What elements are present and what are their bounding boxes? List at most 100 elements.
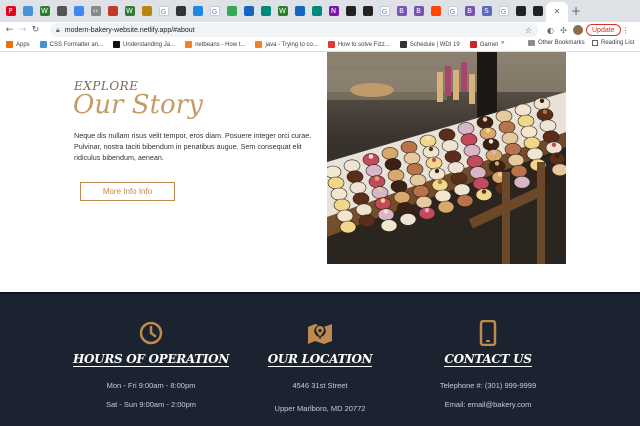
browser-tab[interactable]: G xyxy=(444,2,461,20)
browser-toolbar: ← → ↻ 🔒︎ modern-bakery-website.netlify.a… xyxy=(0,22,640,38)
browser-tab[interactable]: B xyxy=(393,2,410,20)
browser-tab[interactable] xyxy=(257,2,274,20)
browser-tab[interactable]: G xyxy=(206,2,223,20)
reddit-icon xyxy=(430,6,441,16)
browser-tab[interactable] xyxy=(342,2,359,20)
folder-icon xyxy=(73,6,84,16)
browser-tab[interactable] xyxy=(172,2,189,20)
w-icon: W xyxy=(124,6,135,16)
new-tab-button[interactable]: + xyxy=(568,2,584,20)
browser-tab[interactable] xyxy=(70,2,87,20)
bookmark-favicon-icon xyxy=(185,41,193,48)
footer: HOURS OF OPERATION Mon - Fri 9:00am - 8:… xyxy=(0,292,640,426)
active-browser-tab[interactable]: ✕ xyxy=(546,2,568,22)
image-icon xyxy=(294,6,305,16)
pastry-display-photo xyxy=(327,52,566,264)
map-pin-icon xyxy=(226,6,237,16)
phone-icon xyxy=(479,319,497,351)
browser-tab[interactable]: G xyxy=(495,2,512,20)
bookmark-label: Apps xyxy=(16,41,30,48)
s-icon: S xyxy=(481,6,492,16)
browser-tab[interactable]: G xyxy=(376,2,393,20)
page-content: EXPLORE Our Story Neque dis nullam risus… xyxy=(0,52,640,426)
bookmark-item[interactable]: Understanding Ja... xyxy=(113,41,175,48)
address-bar[interactable]: 🔒︎ modern-bakery-website.netlify.app/#ab… xyxy=(50,23,538,37)
more-info-button[interactable]: More Info Info xyxy=(80,182,175,201)
browser-tab[interactable] xyxy=(104,2,121,20)
bookmark-item[interactable]: java - Trying to co... xyxy=(255,41,318,48)
browser-tab[interactable] xyxy=(138,2,155,20)
browser-tab[interactable] xyxy=(427,2,444,20)
bookmark-star-icon[interactable]: ☆ xyxy=(525,26,532,35)
google-icon: G xyxy=(498,6,509,16)
moon-icon xyxy=(175,6,186,16)
chevron-double-icon: » xyxy=(501,40,505,46)
github-icon xyxy=(345,6,356,16)
browser-tab[interactable] xyxy=(291,2,308,20)
extension-icon[interactable]: ◐ xyxy=(544,26,557,35)
bookmark-item[interactable]: How to solve Fizz... xyxy=(327,41,390,48)
back-icon[interactable]: ← xyxy=(3,25,16,35)
reading-list[interactable]: Reading List xyxy=(592,40,634,46)
reload-icon[interactable]: ↻ xyxy=(29,25,42,35)
browser-tab[interactable] xyxy=(240,2,257,20)
pastry-photo-illustration xyxy=(327,52,566,264)
browser-tab[interactable] xyxy=(512,2,529,20)
clock-icon xyxy=(138,320,164,351)
browser-tab[interactable]: ‹› xyxy=(87,2,104,20)
our-story-section: EXPLORE Our Story Neque dis nullam risus… xyxy=(0,52,640,292)
contact-email[interactable]: Email: email@bakery.com xyxy=(388,400,588,409)
github-icon xyxy=(532,6,543,16)
browser-tab[interactable] xyxy=(223,2,240,20)
bookmark-favicon-icon xyxy=(469,41,477,48)
reading-list-label: Reading List xyxy=(601,40,635,46)
diamond-icon xyxy=(311,6,322,16)
other-bookmarks[interactable]: Other Bookmarks xyxy=(528,40,585,46)
bookmark-favicon-icon xyxy=(399,41,407,48)
google-icon: G xyxy=(379,6,390,16)
browser-tab[interactable] xyxy=(19,2,36,20)
bookmark-favicon-icon xyxy=(113,41,121,48)
browser-tab[interactable]: S xyxy=(478,2,495,20)
close-icon[interactable]: ✕ xyxy=(552,7,562,17)
eye-icon xyxy=(56,6,67,16)
browser-tab[interactable]: N xyxy=(325,2,342,20)
puzzle-icon[interactable]: ✣ xyxy=(557,26,570,35)
browser-tab[interactable] xyxy=(308,2,325,20)
w-icon: W xyxy=(277,6,288,16)
browser-tab[interactable] xyxy=(529,2,546,20)
bookmark-label: CSS Formatter an... xyxy=(49,41,104,48)
bookmark-item[interactable]: CSS Formatter an... xyxy=(39,41,104,48)
bookmark-favicon-icon xyxy=(6,41,13,48)
browser-tab[interactable]: W xyxy=(36,2,53,20)
bootstrap-icon: B xyxy=(413,6,424,16)
contact-title: CONTACT US xyxy=(444,352,532,367)
bookmark-item[interactable]: Garnet xyxy=(469,41,498,48)
update-button[interactable]: Update xyxy=(586,24,621,36)
browser-tab[interactable] xyxy=(359,2,376,20)
bookmark-item[interactable]: Apps xyxy=(6,41,30,48)
bookmark-item[interactable]: Schedule | WDI 19 xyxy=(399,41,460,48)
bookmark-favicon-icon xyxy=(255,41,263,48)
browser-tab[interactable]: B xyxy=(410,2,427,20)
browser-tab[interactable]: B xyxy=(461,2,478,20)
browser-tab[interactable] xyxy=(189,2,206,20)
browser-tab[interactable] xyxy=(53,2,70,20)
browser-tab[interactable]: W xyxy=(121,2,138,20)
flag-icon xyxy=(107,6,118,16)
menu-icon[interactable]: ⋮ xyxy=(621,26,631,35)
browser-tab[interactable]: G xyxy=(155,2,172,20)
github-icon xyxy=(515,6,526,16)
url-text: modern-bakery-website.netlify.app/#about xyxy=(64,26,195,34)
avatar[interactable] xyxy=(573,25,583,35)
other-bookmarks-label: Other Bookmarks xyxy=(538,40,585,46)
bookmark-item[interactable]: netbeans - How t... xyxy=(185,41,245,48)
contact-phone[interactable]: Telephone #: (301) 999-9999 xyxy=(388,381,588,390)
browser-tab[interactable]: W xyxy=(274,2,291,20)
bookmark-favicon-icon xyxy=(327,41,335,48)
bookmarks-overflow[interactable]: » xyxy=(501,40,504,46)
forward-icon[interactable]: → xyxy=(16,25,29,35)
bookmark-label: Understanding Ja... xyxy=(123,41,176,48)
bookmark-label: How to solve Fizz... xyxy=(337,41,390,48)
browser-tab[interactable]: P xyxy=(2,2,19,20)
